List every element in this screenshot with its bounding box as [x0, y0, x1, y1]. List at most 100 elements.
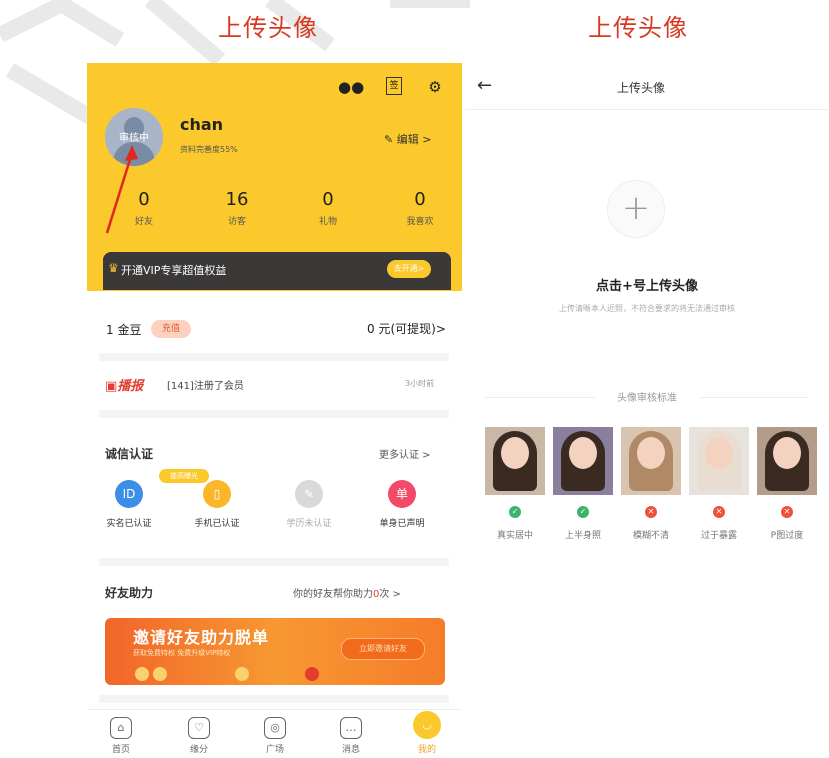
- cross-icon: ✕: [713, 506, 725, 518]
- gift-icon: [305, 667, 319, 681]
- avatar[interactable]: 审核中: [105, 108, 163, 166]
- stat-value: 0: [322, 189, 334, 210]
- cert-realname[interactable]: ID 实名已认证: [97, 480, 161, 529]
- id-card-icon: ID: [115, 480, 143, 508]
- check-icon: ✓: [577, 506, 589, 518]
- tab-label: 我的: [417, 745, 436, 755]
- tab-home[interactable]: ⌂ 首页: [93, 717, 149, 755]
- upload-plus-button[interactable]: +: [607, 180, 665, 238]
- example-label: 真实居中: [496, 531, 533, 541]
- banner-title: 邀请好友助力脱单: [133, 628, 270, 647]
- tab-label: 缘分: [189, 745, 208, 755]
- pencil-icon: ✎: [384, 133, 397, 146]
- chat-icon: …: [340, 717, 362, 739]
- tab-fate[interactable]: ♡ 缘分: [171, 717, 227, 755]
- recharge-button[interactable]: 充值: [151, 320, 191, 338]
- cert-label: 手机已认证: [194, 519, 240, 529]
- divider: [99, 410, 449, 418]
- cert-phone[interactable]: ▯ 手机已认证: [185, 480, 249, 529]
- broadcast-logo: ▣播报: [105, 379, 144, 394]
- left-caption: 上传头像: [218, 14, 318, 42]
- vip-bar[interactable]: ♛ 开通VIP专享超值权益 去开通>: [103, 252, 451, 290]
- example-photo: [485, 427, 545, 495]
- example-photo: [689, 427, 749, 495]
- tab-label: 广场: [265, 745, 284, 755]
- tab-bar: ⌂ 首页 ♡ 缘分 ◎ 广场 … 消息 ◡ 我的: [87, 709, 462, 758]
- cross-icon: ✕: [645, 506, 657, 518]
- friends-help-title: 好友助力: [105, 586, 154, 600]
- example-label: 过于暴露: [700, 531, 737, 541]
- vip-open-button[interactable]: 去开通>: [387, 260, 431, 278]
- example-photo: [553, 427, 613, 495]
- stat-visitors[interactable]: 16 访客: [202, 189, 272, 227]
- vip-text: 开通VIP专享超值权益: [121, 264, 227, 277]
- mask-icon[interactable]: ●●: [338, 77, 364, 97]
- tab-label: 首页: [111, 745, 130, 755]
- tab-label: 消息: [341, 745, 360, 755]
- edit-profile-button[interactable]: ✎ 编辑 >: [384, 131, 431, 147]
- home-icon: ⌂: [110, 717, 132, 739]
- page-title: 上传头像: [617, 81, 666, 95]
- upload-instruction: 点击+号上传头像: [596, 279, 698, 294]
- stat-label: 我喜欢: [406, 217, 434, 227]
- username: chan: [180, 115, 224, 134]
- settings-icon[interactable]: ⚙: [425, 77, 445, 97]
- profile-header: ●● 签 ⚙ 审核中 chan 资料完善度55% ✎ 编辑 > 0 好友 16 …: [87, 63, 462, 291]
- cert-label: 学历未认证: [286, 519, 332, 529]
- divider: [99, 353, 449, 361]
- upload-hint: 上传清晰本人近照，不符合要求的将无法通过审核: [559, 304, 735, 313]
- example-photo: [757, 427, 817, 495]
- stat-value: 0: [138, 189, 150, 210]
- example-photo: [621, 427, 681, 495]
- calendar-icon[interactable]: 签: [386, 77, 402, 95]
- back-arrow-icon[interactable]: ←: [477, 75, 492, 96]
- stat-likes[interactable]: 0 我喜欢: [385, 189, 455, 227]
- heart-icon: ♡: [188, 717, 210, 739]
- crown-icon: ♛: [108, 261, 119, 275]
- invite-banner[interactable]: 邀请好友助力脱单 获取免费特权 免费升级VIP特权 立即邀请好友: [105, 618, 445, 685]
- divider: [99, 695, 449, 703]
- compass-icon: ◎: [264, 717, 286, 739]
- tab-mine[interactable]: ◡ 我的: [399, 711, 455, 755]
- invite-friends-button[interactable]: 立即邀请好友: [341, 638, 425, 660]
- tab-square[interactable]: ◎ 广场: [247, 717, 303, 755]
- stat-label: 礼物: [318, 217, 337, 227]
- news-time: 3小时前: [405, 379, 435, 388]
- certification-title: 诚信认证: [105, 447, 154, 461]
- more-certification-link[interactable]: 更多认证 >: [379, 446, 431, 461]
- cert-single[interactable]: 单 单身已声明: [370, 480, 434, 529]
- news-message: [141]注册了会员: [167, 381, 244, 392]
- example-label: P图过度: [770, 531, 804, 541]
- stat-friends[interactable]: 0 好友: [109, 189, 179, 227]
- example-label: 上半身照: [564, 531, 601, 541]
- figure-icon: [235, 667, 249, 681]
- single-icon: 单: [388, 480, 416, 508]
- cert-education[interactable]: ✎ 学历未认证: [277, 480, 341, 529]
- check-icon: ✓: [509, 506, 521, 518]
- cross-icon: ✕: [781, 506, 793, 518]
- tab-messages[interactable]: … 消息: [323, 717, 379, 755]
- stat-gifts[interactable]: 0 礼物: [293, 189, 363, 227]
- right-caption: 上传头像: [588, 14, 688, 42]
- cert-label: 实名已认证: [106, 519, 152, 529]
- profile-screen: ●● 签 ⚙ 审核中 chan 资料完善度55% ✎ 编辑 > 0 好友 16 …: [87, 63, 462, 758]
- example-label: 模糊不清: [632, 531, 669, 541]
- news-row[interactable]: ▣播报 [141]注册了会员 3小时前: [87, 373, 462, 397]
- cash-withdraw[interactable]: 0 元(可提现)>: [367, 320, 446, 337]
- stat-value: 16: [225, 189, 249, 210]
- upload-avatar-screen: ← 上传头像 + 点击+号上传头像 上传清晰本人近照，不符合要求的将无法通过审核…: [465, 63, 829, 758]
- profile-completion: 资料完善度55%: [180, 145, 238, 154]
- gold-balance: 1 金豆: [106, 323, 142, 337]
- figure-icon: [135, 667, 149, 681]
- stat-label: 好友: [134, 217, 153, 227]
- divider: [465, 109, 829, 110]
- standard-title: 头像审核标准: [617, 393, 677, 404]
- smile-icon: ◡: [413, 711, 441, 739]
- figure-icon: [153, 667, 167, 681]
- friends-help-link[interactable]: 你的好友帮你助力0次 >: [293, 585, 401, 600]
- wallet-row: 1 金豆 充值 0 元(可提现)>: [87, 315, 462, 345]
- stat-label: 访客: [227, 217, 246, 227]
- avatar-status: 审核中: [119, 133, 149, 144]
- edit-label: 编辑 >: [396, 133, 432, 146]
- banner-subtitle: 获取免费特权 免费升级VIP特权: [133, 649, 231, 657]
